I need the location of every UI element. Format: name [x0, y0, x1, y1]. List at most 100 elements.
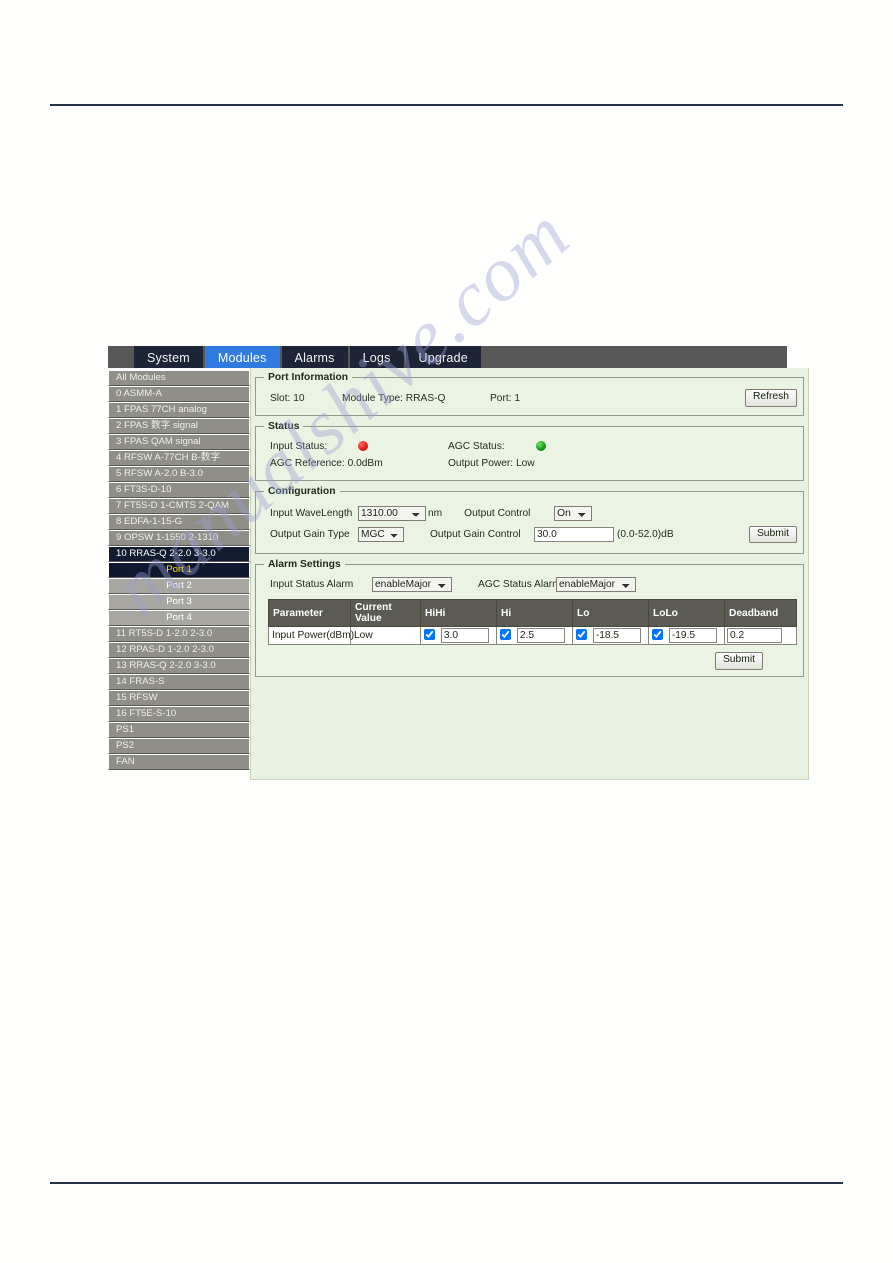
cell-current-value: Low	[350, 626, 421, 645]
configuration-legend: Configuration	[268, 486, 336, 497]
sidebar-item-12-rpas-d[interactable]: 12 RPAS-D 1-2.0 2-3.0	[108, 642, 250, 658]
sidebar-item-2-fpas-digital[interactable]: 2 FPAS 数字 signal	[108, 418, 250, 434]
alarm-settings-section: Alarm Settings Input Status Alarm enable…	[255, 559, 804, 677]
col-deadband: Deadband	[724, 599, 797, 627]
agc-status-alarm-label: AGC Status Alarm	[478, 579, 561, 590]
cell-deadband	[724, 626, 797, 645]
page-footer-rule	[50, 1182, 843, 1184]
tab-system[interactable]: System	[134, 346, 203, 368]
module-sidebar: All Modules 0 ASMM-A 1 FPAS 77CH analog …	[108, 368, 250, 770]
input-status-label: Input Status:	[270, 441, 328, 452]
sidebar-item-6-ft3s-d-10[interactable]: 6 FT3S-D-10	[108, 482, 250, 498]
sidebar-item-fan[interactable]: FAN	[108, 754, 250, 770]
sidebar-item-0-asmm-a[interactable]: 0 ASMM-A	[108, 386, 250, 402]
page-header-rule	[50, 104, 843, 106]
sidebar-item-ps2[interactable]: PS2	[108, 738, 250, 754]
cell-lolo	[648, 626, 725, 645]
sidebar-item-port-3[interactable]: Port 3	[108, 594, 250, 610]
sidebar-item-port-2[interactable]: Port 2	[108, 578, 250, 594]
lolo-enable-checkbox[interactable]	[652, 629, 663, 640]
tab-alarms[interactable]: Alarms	[281, 346, 348, 368]
tab-upgrade[interactable]: Upgrade	[405, 346, 481, 368]
sidebar-item-1-fpas-77ch[interactable]: 1 FPAS 77CH analog	[108, 402, 250, 418]
tab-logs[interactable]: Logs	[349, 346, 404, 368]
hihi-value-input[interactable]	[440, 628, 489, 643]
cell-hihi	[420, 626, 497, 645]
input-status-alarm-label: Input Status Alarm	[270, 579, 354, 590]
col-current-value: Current Value	[350, 599, 421, 627]
sidebar-item-5-rfsw-a20[interactable]: 5 RFSW A-2.0 B-3.0	[108, 466, 250, 482]
status-section: Status Input Status: AGC Status: AGC Ref	[255, 421, 804, 481]
sidebar-item-15-rfsw[interactable]: 15 RFSW	[108, 690, 250, 706]
sidebar-item-9-opsw[interactable]: 9 OPSW 1-1550 2-1310	[108, 530, 250, 546]
lolo-value-input[interactable]	[668, 628, 717, 643]
module-detail-panel: Port Information Slot: 10 Module Type: R…	[250, 368, 809, 780]
configuration-grid: Input WaveLength 1310.00 nm Output Contr…	[262, 501, 797, 547]
configuration-section: Configuration Input WaveLength 1310.00 n…	[255, 486, 804, 554]
sidebar-item-13-rras-q[interactable]: 13 RRAS-Q 2-2.0 3-3.0	[108, 658, 250, 674]
app-body: All Modules 0 ASMM-A 1 FPAS 77CH analog …	[108, 368, 809, 780]
output-gain-control-label: Output Gain Control	[430, 529, 521, 540]
status-grid: Input Status: AGC Status: AGC Reference:…	[262, 436, 797, 474]
sidebar-item-10-rras-q[interactable]: 10 RRAS-Q 2-2.0 3-3.0	[108, 546, 250, 562]
sidebar-item-ps1[interactable]: PS1	[108, 722, 250, 738]
hi-enable-checkbox[interactable]	[500, 629, 511, 640]
tab-modules[interactable]: Modules	[204, 346, 280, 368]
alarm-thresholds-table: Parameter Current Value HiHi Hi Lo LoLo …	[268, 599, 797, 645]
port-value: Port: 1	[490, 392, 521, 404]
output-gain-control-input[interactable]	[534, 527, 614, 542]
configuration-row-1: Input WaveLength 1310.00 nm Output Contr…	[270, 503, 797, 524]
device-web-ui: System Modules Alarms Logs Upgrade All M…	[108, 346, 809, 780]
sidebar-item-port-4[interactable]: Port 4	[108, 610, 250, 626]
input-status-alarm-select[interactable]: enableMajor	[372, 577, 452, 592]
port-information-legend: Port Information	[268, 372, 349, 383]
output-control-label: Output Control	[464, 508, 531, 519]
output-gain-type-label: Output Gain Type	[270, 529, 350, 540]
slot-value: Slot: 10	[270, 392, 305, 404]
lo-enable-checkbox[interactable]	[576, 629, 587, 640]
col-lo: Lo	[572, 599, 649, 627]
alarm-settings-legend: Alarm Settings	[268, 559, 341, 570]
agc-status-alarm-select[interactable]: enableMajor	[556, 577, 636, 592]
cell-lo	[572, 626, 649, 645]
output-gain-control-range: (0.0-52.0)dB	[617, 529, 674, 540]
status-value-row: AGC Reference: 0.0dBm Output Power: Low	[270, 455, 797, 472]
output-control-select[interactable]: On	[554, 506, 593, 521]
cell-hi	[496, 626, 573, 645]
input-wavelength-label: Input WaveLength	[270, 508, 353, 519]
sidebar-item-11-rt5s-d[interactable]: 11 RT5S-D 1-2.0 2-3.0	[108, 626, 250, 642]
sidebar-item-16-ft5e-s-10[interactable]: 16 FT5E-S-10	[108, 706, 250, 722]
input-status-indicator-cell	[358, 438, 448, 456]
col-hihi: HiHi	[420, 599, 497, 627]
agc-status-led-icon	[536, 440, 546, 451]
table-header-row: Parameter Current Value HiHi Hi Lo LoLo …	[268, 599, 797, 627]
input-wavelength-unit: nm	[428, 508, 443, 519]
sidebar-item-3-fpas-qam[interactable]: 3 FPAS QAM signal	[108, 434, 250, 450]
deadband-value-input[interactable]	[727, 628, 782, 643]
hi-value-input[interactable]	[516, 628, 565, 643]
sidebar-item-all-modules[interactable]: All Modules	[108, 370, 250, 386]
sidebar-item-14-fras-s[interactable]: 14 FRAS-S	[108, 674, 250, 690]
port-information-section: Port Information Slot: 10 Module Type: R…	[255, 372, 804, 416]
refresh-button[interactable]: Refresh	[744, 389, 797, 407]
agc-status-indicator-cell	[536, 438, 626, 456]
output-gain-type-select[interactable]: MGC	[358, 527, 404, 542]
alarm-submit-row: Submit	[262, 649, 763, 670]
configuration-row-2: Output Gain Type MGC Output Gain Control…	[270, 524, 797, 545]
hihi-enable-checkbox[interactable]	[424, 629, 435, 640]
sidebar-item-7-ft5s-d[interactable]: 7 FT5S-D 1-CMTS 2-QAM	[108, 498, 250, 514]
col-parameter: Parameter	[268, 599, 351, 627]
sidebar-item-8-edfa[interactable]: 8 EDFA-1-15-G	[108, 514, 250, 530]
lo-value-input[interactable]	[592, 628, 641, 643]
input-wavelength-select[interactable]: 1310.00	[358, 506, 426, 521]
col-lolo: LoLo	[648, 599, 725, 627]
sidebar-item-4-rfsw-a77ch[interactable]: 4 RFSW A-77CH B-数字	[108, 450, 250, 466]
output-power-value: Output Power: Low	[448, 458, 535, 469]
sidebar-item-port-1[interactable]: Port 1	[108, 562, 250, 578]
agc-status-label: AGC Status:	[448, 441, 505, 452]
status-indicator-row: Input Status: AGC Status:	[270, 438, 797, 455]
alarm-selectors-row: Input Status Alarm enableMajor AGC Statu…	[262, 574, 797, 595]
configuration-submit-button[interactable]: Submit	[748, 525, 797, 544]
alarm-settings-submit-button[interactable]: Submit	[714, 652, 763, 670]
table-row: Input Power(dBm) Low	[268, 626, 797, 645]
